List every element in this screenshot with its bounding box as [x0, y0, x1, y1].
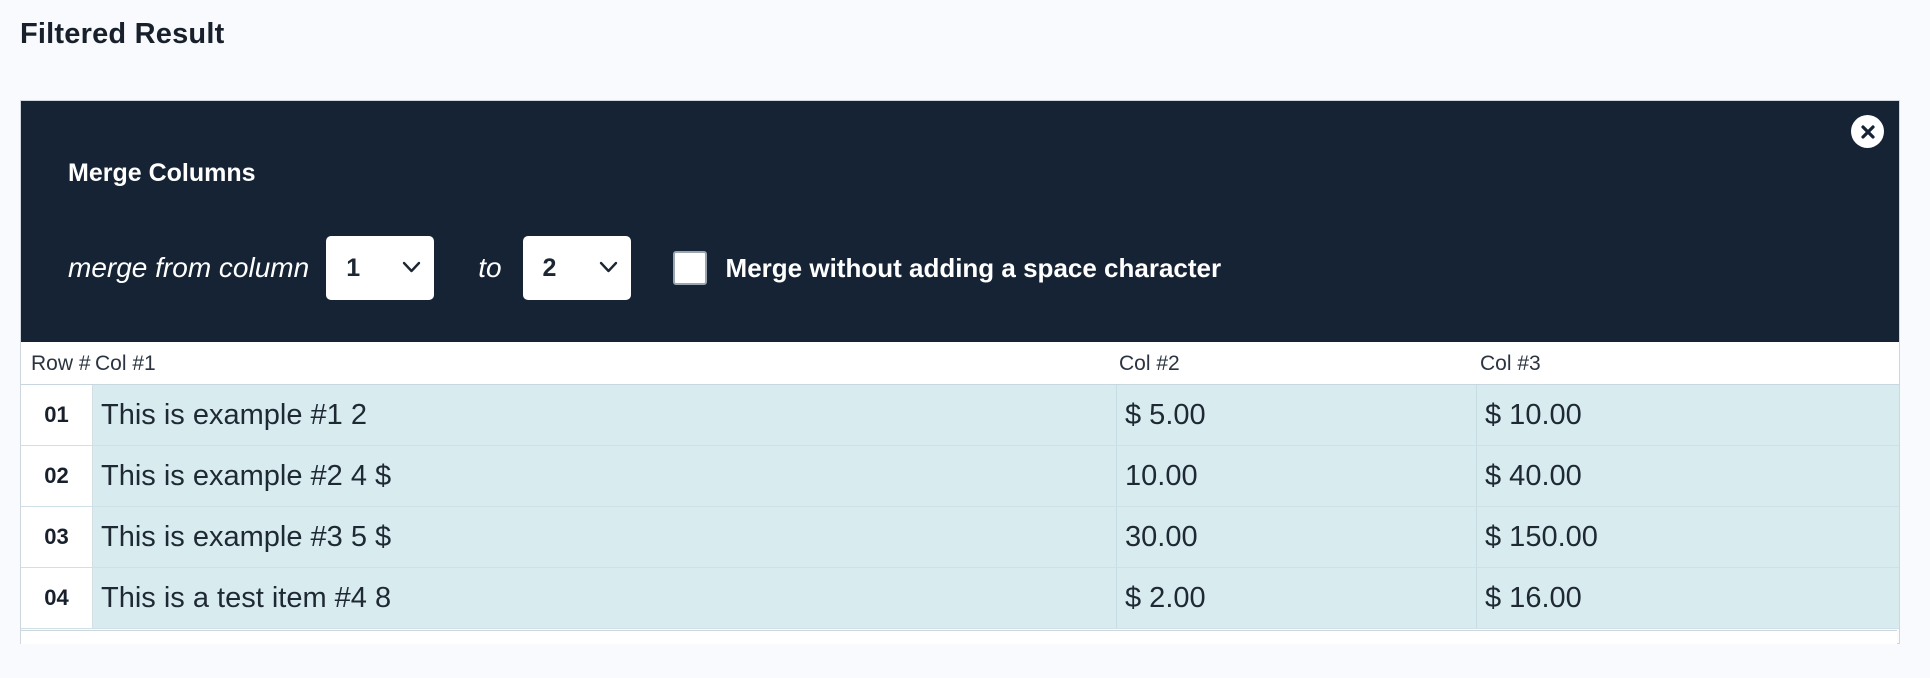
cell-col-1: This is example #3 5 $	[101, 520, 392, 553]
page-title: Filtered Result	[20, 18, 225, 50]
cell-col-3: $ 150.00	[1476, 507, 1899, 567]
result-table: Row # Col #1 Col #2 Col #3 01 This is ex…	[21, 342, 1899, 629]
header-col-1: Col #1	[95, 352, 156, 375]
header-col-3: Col #3	[1480, 352, 1541, 375]
panel-title: Merge Columns	[68, 159, 256, 187]
cell-col-1: This is example #1 2	[101, 398, 367, 431]
to-column-select[interactable]: 2	[522, 236, 631, 300]
table-row: 02 This is example #2 4 $ 10.00 $ 40.00	[21, 446, 1899, 507]
row-number: 01	[21, 385, 93, 445]
cell-col-1: This is example #2 4 $	[101, 459, 392, 492]
merge-from-label: merge from column	[68, 252, 310, 283]
table-row: 03 This is example #3 5 $ 30.00 $ 150.00	[21, 507, 1899, 568]
no-space-option[interactable]: Merge without adding a space character	[672, 251, 1222, 285]
merge-columns-panel: Merge Columns merge from column 1 to 2 M…	[21, 101, 1899, 342]
filtered-result-container: Merge Columns merge from column 1 to 2 M…	[20, 100, 1900, 644]
chevron-down-icon	[402, 261, 421, 273]
table-header: Row # Col #1 Col #2 Col #3	[21, 342, 1899, 385]
no-space-checkbox[interactable]	[672, 251, 707, 285]
close-circle-icon	[1860, 124, 1875, 139]
cell-col-1: This is a test item #4 8	[101, 581, 392, 614]
cell-col-2: $ 2.00	[1116, 568, 1476, 628]
to-label: to	[478, 252, 502, 283]
row-number: 04	[21, 568, 93, 628]
row-number: 03	[21, 507, 93, 567]
cell-col-2: $ 5.00	[1116, 385, 1476, 445]
cell-col-3: $ 40.00	[1476, 446, 1899, 506]
cell-col-3: $ 16.00	[1476, 568, 1899, 628]
chevron-down-icon	[599, 261, 617, 273]
header-row-num: Row #	[31, 352, 91, 375]
from-column-select[interactable]: 1	[326, 236, 435, 300]
table-footer	[21, 630, 1897, 644]
cell-col-2: 30.00	[1116, 507, 1476, 567]
table-row: 04 This is a test item #4 8 $ 2.00 $ 16.…	[21, 568, 1899, 629]
table-row: 01 This is example #1 2 $ 5.00 $ 10.00	[21, 385, 1899, 446]
merge-controls: merge from column 1 to 2 Merge without a…	[68, 236, 1221, 300]
to-column-value: 2	[542, 253, 557, 282]
cell-col-3: $ 10.00	[1476, 385, 1899, 445]
header-col-2: Col #2	[1119, 352, 1180, 375]
row-number: 02	[21, 446, 93, 506]
no-space-label: Merge without adding a space character	[725, 252, 1222, 283]
close-button[interactable]	[1851, 115, 1884, 148]
from-column-value: 1	[346, 253, 361, 282]
cell-col-2: 10.00	[1116, 446, 1476, 506]
